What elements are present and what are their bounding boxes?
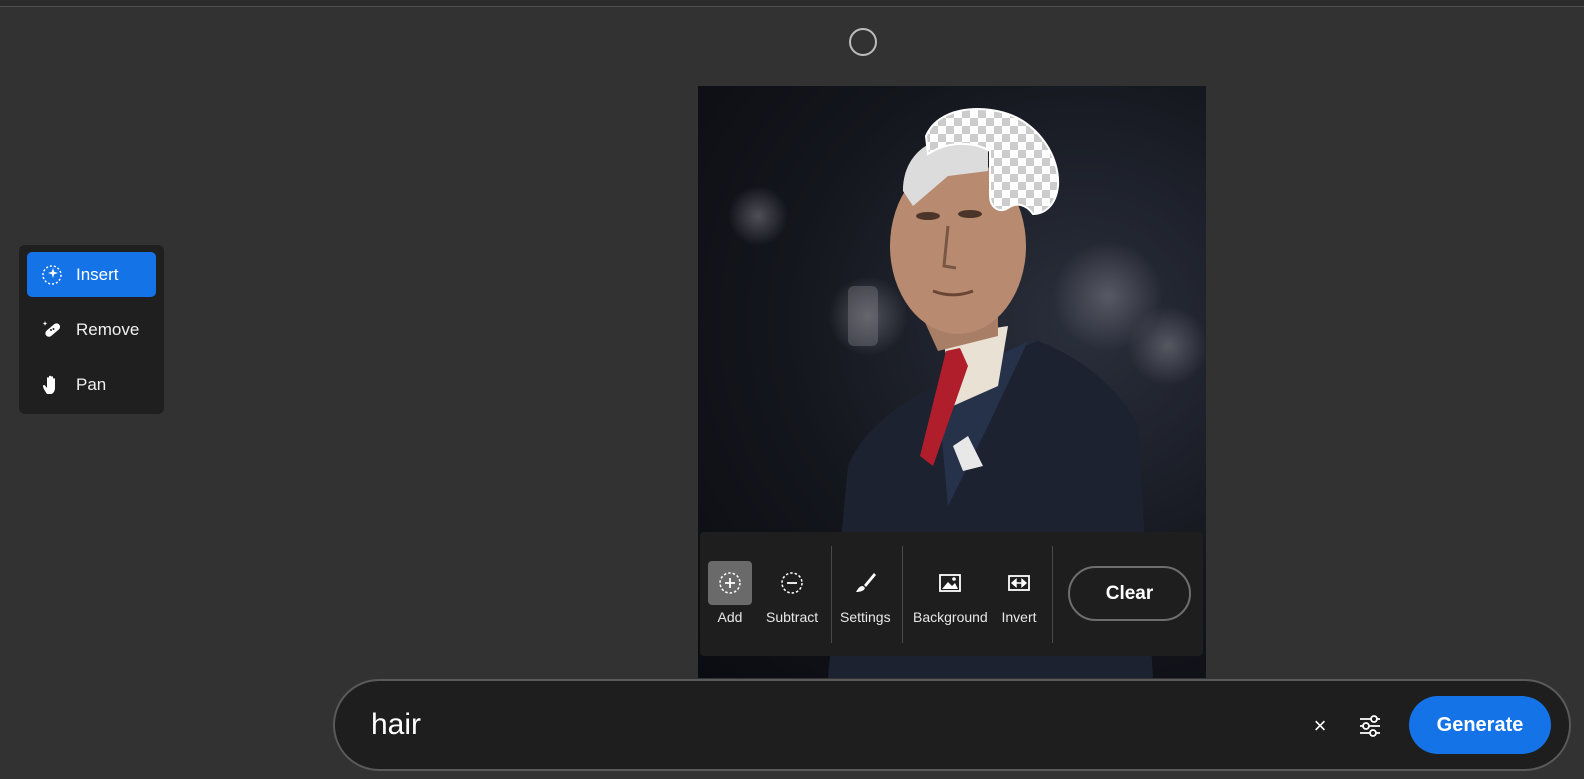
tool-panel: Insert Remove Pan [19,245,164,414]
tool-pan[interactable]: Pan [27,362,156,407]
add-label: Add [717,609,743,625]
prompt-bar: × Generate [333,679,1571,771]
toolbar-divider [831,546,832,643]
invert-selection-button[interactable]: Invert [997,561,1041,633]
add-circle-icon [719,572,741,594]
hand-icon [40,373,64,397]
tool-insert[interactable]: Insert [27,252,156,297]
generate-button[interactable]: Generate [1409,696,1551,754]
tool-remove[interactable]: Remove [27,307,156,352]
loading-circle-icon [849,28,877,56]
top-bar [0,0,1584,7]
subtract-circle-icon [781,572,803,594]
brush-icon [856,573,877,592]
insert-sparkle-icon [40,263,64,287]
clear-selection-button[interactable]: Clear [1068,566,1191,621]
toolbar-divider [902,546,903,643]
selection-toolbar: Add Subtract Settings Background Invert … [700,532,1203,656]
toolbar-divider [1052,546,1053,643]
subtract-label: Subtract [766,609,819,625]
tool-pan-label: Pan [76,374,107,394]
tool-remove-label: Remove [76,319,140,339]
subtract-selection-button[interactable]: Subtract [766,561,818,633]
brush-settings-button[interactable]: Settings [840,561,891,633]
sliders-icon[interactable] [1353,709,1387,743]
add-selection-button[interactable]: Add [708,561,752,633]
invert-icon [1008,575,1030,591]
tool-insert-label: Insert [76,264,119,284]
remove-bandage-icon [40,318,64,342]
select-background-button[interactable]: Background [913,561,988,633]
clear-prompt-icon[interactable]: × [1305,711,1335,741]
prompt-input[interactable] [371,699,1251,751]
settings-label: Settings [840,609,891,625]
invert-label: Invert [1001,609,1037,625]
background-label: Background [913,609,988,625]
image-icon [939,574,962,592]
